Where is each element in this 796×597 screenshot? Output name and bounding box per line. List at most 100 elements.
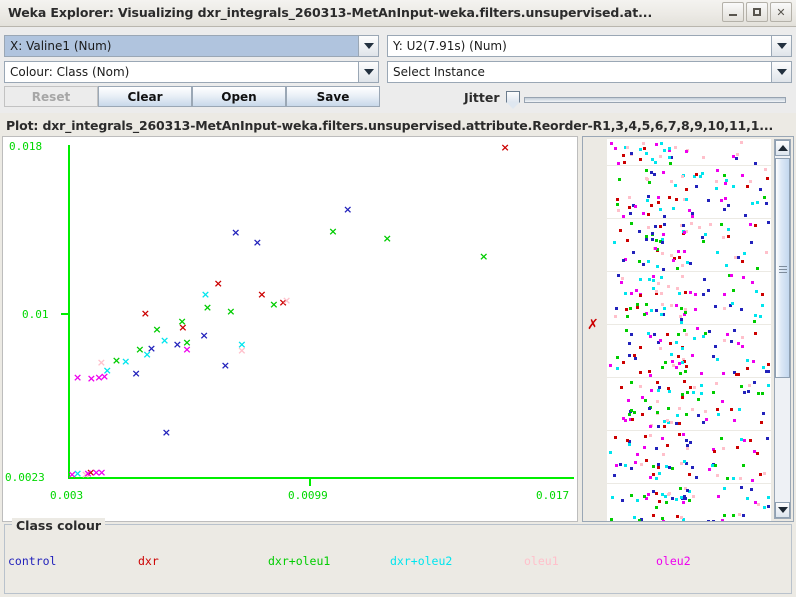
strip-dot: [716, 168, 720, 172]
strip-dot: [752, 381, 756, 385]
strip-band[interactable]: [607, 139, 771, 165]
strip-dot: [697, 225, 701, 229]
data-point-dxr+oleu2: ×: [102, 364, 112, 378]
strip-dot: [754, 331, 758, 335]
strip-dot: [633, 357, 637, 361]
strip-band[interactable]: [607, 510, 771, 521]
legend-item-dxr-oleu2[interactable]: dxr+oleu2: [390, 554, 452, 568]
maximize-button[interactable]: [746, 2, 768, 22]
strip-dot: [630, 151, 634, 155]
strip-dot: [656, 380, 660, 384]
strip-dot: [632, 410, 636, 414]
scroll-down-button[interactable]: [775, 502, 790, 518]
strip-dot: [730, 408, 734, 412]
strip-dot: [652, 275, 656, 279]
strip-dot: [722, 207, 726, 211]
x-axis-label-right: 0.017: [536, 489, 570, 502]
chevron-down-icon[interactable]: [771, 62, 791, 82]
strip-band[interactable]: [607, 457, 771, 483]
strip-dot: [685, 188, 689, 192]
strip-dot: [681, 346, 685, 350]
strip-dot: [742, 390, 746, 394]
strip-dot: [682, 230, 686, 234]
strip-dot: [674, 341, 678, 345]
strip-dot: [761, 304, 765, 308]
legend-item-oleu1[interactable]: oleu1: [524, 554, 559, 568]
strip-band[interactable]: [607, 192, 771, 218]
select-instance-dropdown[interactable]: Select Instance: [387, 61, 792, 83]
strip-band[interactable]: [607, 483, 771, 510]
data-point-control: ×: [131, 367, 141, 381]
x-axis-tick-mid: [309, 479, 311, 486]
strip-dot: [630, 493, 634, 497]
strip-dot: [723, 306, 727, 310]
strip-dot: [659, 347, 663, 351]
scrollbar-grip-icon: [779, 264, 787, 273]
legend-item-control[interactable]: control: [8, 554, 56, 568]
strip-dot: [654, 224, 658, 228]
legend-item-dxr-oleu1[interactable]: dxr+oleu1: [268, 554, 330, 568]
strip-band[interactable]: [607, 377, 771, 404]
clear-button[interactable]: Clear: [98, 86, 192, 107]
strip-dot: [689, 291, 693, 295]
colour-select[interactable]: Colour: Class (Nom): [4, 61, 379, 83]
strip-dot: [688, 261, 692, 265]
strip-dot: [756, 452, 760, 456]
legend-item-oleu2[interactable]: oleu2: [656, 554, 691, 568]
scatter-plot-panel[interactable]: 0.018 0.01 0.0023 0.003 0.0099 0.017 × × ×…: [2, 136, 578, 522]
strip-band[interactable]: [607, 324, 771, 351]
save-button[interactable]: Save: [286, 86, 380, 107]
strip-dot: [765, 202, 769, 206]
strip-dot: [739, 308, 743, 312]
strip-dot: [626, 145, 630, 149]
open-button[interactable]: Open: [192, 86, 286, 107]
reset-button[interactable]: Reset: [4, 86, 98, 107]
strip-dot: [655, 446, 659, 450]
strip-dot: [648, 407, 652, 411]
minimize-button[interactable]: [722, 2, 744, 22]
data-point-oleu2: ×: [94, 371, 104, 385]
strip-dot: [707, 288, 711, 292]
strip-band[interactable]: [607, 430, 771, 457]
strip-dot: [644, 459, 648, 463]
chevron-down-icon[interactable]: [358, 36, 378, 56]
strip-dot: [755, 289, 759, 293]
strip-dot: [669, 180, 673, 184]
strip-dot: [742, 275, 746, 279]
y-axis-select[interactable]: Y: U2(7.91s) (Num): [387, 35, 792, 57]
legend-item-dxr[interactable]: dxr: [138, 554, 159, 568]
strip-scrollbar[interactable]: [774, 139, 791, 519]
chevron-down-icon[interactable]: [358, 62, 378, 82]
chevron-down-icon[interactable]: [771, 36, 791, 56]
jitter-slider-track[interactable]: [524, 97, 786, 103]
strip-dot: [699, 384, 703, 388]
strip-dot: [754, 224, 758, 228]
strip-band[interactable]: [607, 245, 771, 271]
strip-dot: [766, 370, 770, 374]
strip-dot: [648, 369, 652, 373]
strip-band[interactable]: [607, 271, 771, 298]
strip-dot: [662, 306, 666, 310]
x-axis-select[interactable]: X: Valine1 (Num): [4, 35, 379, 57]
strip-dot: [665, 443, 669, 447]
strip-dot: [641, 212, 645, 216]
scroll-up-button[interactable]: [775, 140, 790, 156]
x-axis-line: [68, 477, 574, 479]
close-button[interactable]: ✕: [770, 2, 792, 22]
strip-dot: [685, 149, 689, 153]
strip-dot: [644, 238, 648, 242]
strip-band[interactable]: [607, 218, 771, 245]
strip-band[interactable]: [607, 298, 771, 324]
strip-band[interactable]: [607, 404, 771, 430]
strip-dot: [654, 476, 658, 480]
jitter-slider-thumb[interactable]: [506, 91, 520, 109]
strip-band[interactable]: [607, 351, 771, 377]
attribute-strip-panel[interactable]: ✗: [582, 136, 794, 522]
strip-dot: [712, 390, 716, 394]
strip-band[interactable]: [607, 165, 771, 192]
strip-dot: [761, 392, 765, 396]
strip-dot: [646, 194, 650, 198]
scrollbar-thumb[interactable]: [775, 158, 790, 378]
strip-dot: [657, 281, 661, 285]
strip-dot: [749, 241, 753, 245]
